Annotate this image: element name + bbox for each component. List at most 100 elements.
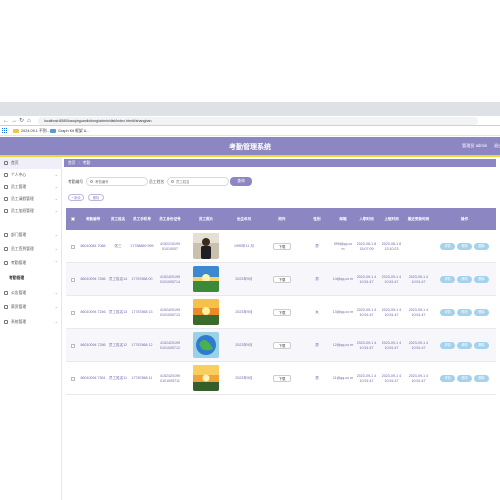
employee-photo[interactable] (193, 232, 219, 261)
start-time-cell: 2023-09-1 4 10:51:47 (381, 274, 402, 284)
employee-photo[interactable] (193, 265, 219, 294)
birth-cell: 2023年9月 (235, 343, 253, 348)
sidebar-item-leave[interactable]: 员工请假管理 ⌄ (0, 193, 62, 205)
add-button[interactable]: + 新增 (68, 194, 84, 201)
sidebar-item-attendance[interactable]: 考勤管理 ⌃ (0, 257, 62, 269)
sidebar-item-profile[interactable]: 个人中心 ⌄ (0, 169, 62, 181)
apps-icon[interactable] (2, 128, 8, 134)
select-all-checkbox[interactable] (71, 217, 75, 221)
checkin-icon (4, 247, 8, 251)
phone-cell: 17787868 00 (131, 277, 153, 282)
column-header-select-all[interactable] (66, 208, 80, 230)
row-select-cell[interactable] (66, 362, 80, 395)
employee-photo[interactable] (193, 364, 219, 393)
employee-name-cell: 张三 (114, 244, 122, 249)
delete-row-button[interactable]: 删除 (474, 375, 489, 382)
bookmark-2[interactable]: Graph Kit 框架 &... (50, 128, 89, 134)
photo-cell[interactable] (186, 362, 226, 395)
row-select-cell[interactable] (66, 263, 80, 296)
sidebar-item-department[interactable]: 部门管理 ⌄ (0, 229, 62, 241)
back-icon[interactable]: ← (3, 117, 9, 125)
details-button[interactable]: 详情 (440, 243, 455, 250)
employee-photo[interactable] (193, 331, 219, 360)
bookmark-1[interactable]: 2024.09.1 不到... (13, 128, 50, 134)
sidebar-item-checkin[interactable]: 员工签到管理 ⌄ (0, 243, 62, 255)
photo-cell[interactable] (186, 263, 226, 296)
photo-cell[interactable] (186, 230, 226, 263)
row-checkbox[interactable] (71, 277, 75, 282)
delete-row-button[interactable]: 删除 (474, 309, 489, 316)
sidebar-subitem-attendance[interactable]: 考勤管理 (0, 273, 62, 283)
breadcrumb-home[interactable]: 首页 (68, 161, 76, 165)
employee-photo[interactable] (193, 298, 219, 327)
chevron-down-icon: ⌄ (54, 246, 58, 251)
details-button[interactable]: 详情 (440, 375, 455, 382)
edit-button[interactable]: 修改 (457, 243, 472, 250)
download-button[interactable]: 下载 (273, 375, 291, 382)
sidebar-item-notice[interactable]: 公告管理 ⌄ (0, 287, 62, 299)
home-nav-icon[interactable]: ⌂ (27, 117, 31, 125)
start-time-cell: 2023-09-1 4 10:51:47 (381, 373, 402, 383)
row-select-cell[interactable] (66, 230, 80, 263)
column-header-attendance-id: 考勤编号 (85, 216, 101, 221)
chevron-down-icon: ⌄ (54, 319, 58, 324)
attachment-cell: 下载 (262, 329, 302, 362)
sidebar-item-employees[interactable]: 员工管理 ⌄ (0, 181, 62, 193)
attendance-id-cell: 86010084 7086 (80, 244, 106, 249)
download-button[interactable]: 下载 (273, 342, 291, 349)
sidebar-item-system[interactable]: 系统管理 ⌄ (0, 316, 62, 328)
overtime-icon (4, 209, 8, 213)
search-input-id[interactable] (86, 177, 148, 186)
row-checkbox[interactable] (71, 376, 75, 381)
sidebar-item-overtime[interactable]: 员工加班管理 ⌄ (0, 205, 62, 217)
breadcrumb: 首页 / 考勤 (64, 159, 496, 167)
edit-button[interactable]: 修改 (457, 342, 472, 349)
chevron-down-icon: ⌄ (54, 196, 58, 201)
search-button[interactable]: 查询 (230, 177, 252, 186)
sidebar-item-salary[interactable]: 薪资管理 ⌄ (0, 301, 62, 313)
settings-icon (4, 320, 8, 324)
details-button[interactable]: 详情 (440, 276, 455, 283)
row-select-cell[interactable] (66, 329, 80, 362)
delete-row-button[interactable]: 删除 (474, 243, 489, 250)
edit-button[interactable]: 修改 (457, 276, 472, 283)
column-header-start-time: 上班时间 (384, 216, 399, 221)
details-button[interactable]: 详情 (440, 342, 455, 349)
logout-link[interactable]: 退出 (494, 143, 500, 149)
download-button[interactable]: 下载 (273, 243, 291, 250)
update-time-cell: 2023-09-1 4 10:51:47 (408, 373, 429, 383)
row-select-cell[interactable] (66, 296, 80, 329)
row-checkbox[interactable] (71, 310, 75, 315)
update-time-cell (404, 230, 433, 263)
url-bar[interactable]: localhost:8080/kaoqinguanlixitong/admin/… (38, 117, 478, 125)
row-checkbox[interactable] (71, 244, 75, 249)
home-icon (4, 161, 8, 165)
search-input-name[interactable] (167, 177, 229, 186)
chevron-down-icon: ⌄ (54, 304, 58, 309)
row-checkbox[interactable] (71, 343, 75, 348)
birth-cell: 2023年9月 (235, 376, 253, 381)
users-icon (4, 185, 8, 189)
delete-row-button[interactable]: 删除 (474, 276, 489, 283)
photo-cell[interactable] (186, 296, 226, 329)
details-button[interactable]: 详情 (440, 309, 455, 316)
reload-icon[interactable]: ↻ (19, 117, 24, 125)
attendance-icon (4, 261, 8, 265)
forward-icon[interactable]: → (11, 117, 17, 125)
attachment-cell: 下载 (262, 263, 302, 296)
operations-cell: 详情 修改 删除 (433, 296, 496, 329)
edit-button[interactable]: 修改 (457, 375, 472, 382)
update-time-cell: 2023-09-1 4 10:51:47 (408, 340, 429, 350)
download-button[interactable]: 下载 (273, 309, 291, 316)
download-button[interactable]: 下载 (273, 276, 291, 283)
delete-button[interactable]: 删除 (88, 194, 104, 201)
update-time-cell: 2023-09-1 4 10:51:47 (408, 274, 429, 284)
sidebar-item-home[interactable]: 首页 (0, 157, 62, 169)
edit-button[interactable]: 修改 (457, 309, 472, 316)
column-header-operations: 操作 (460, 216, 469, 221)
photo-cell[interactable] (186, 329, 226, 362)
operations-cell: 详情 修改 删除 (433, 263, 496, 296)
phone-cell: 17787868 11 (131, 376, 153, 381)
screen: ← → ↻ ⌂ localhost:8080/kaoqinguanlixiton… (0, 0, 500, 500)
delete-row-button[interactable]: 删除 (474, 342, 489, 349)
